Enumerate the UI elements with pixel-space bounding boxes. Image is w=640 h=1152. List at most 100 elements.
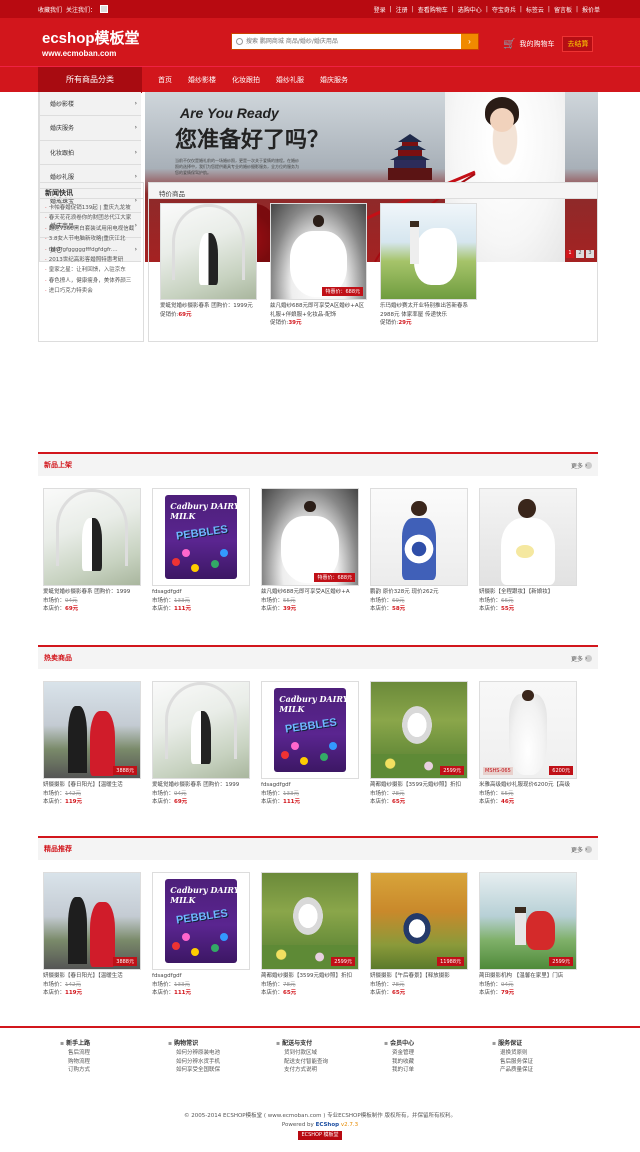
product-name[interactable]: 妍摄摄影【春日阳光】【温暖生活 xyxy=(43,972,141,981)
product-name[interactable]: 兹凡婚纱688元即可享受A区婚纱+A xyxy=(261,588,359,597)
ecshop-link[interactable]: ECShop xyxy=(316,1122,340,1128)
product-card[interactable]: 2599元 蔺田摄影机构 【温馨在家里】门店 市场价：94元 本店价：79元 xyxy=(479,872,577,998)
product-image[interactable]: 特惠价：688元 xyxy=(261,488,359,586)
footer-link[interactable]: 如何分辨原装电池 xyxy=(168,1049,246,1058)
top-link[interactable]: 登录 xyxy=(374,5,386,14)
footer-link[interactable]: 配送支付智能查询 xyxy=(276,1058,354,1067)
footer-link[interactable]: 订购方式 xyxy=(60,1066,138,1075)
product-card[interactable]: 爱蜓觉婚纱摄影春系 团购价：1999 市场价：94元 本店价：69元 xyxy=(43,488,141,614)
site-logo[interactable]: ecshop模板堂 www.ecmoban.com xyxy=(42,27,140,58)
product-card[interactable]: 3888元 妍摄摄影【春日阳光】【温暖生活 市场价：142元 本店价：119元 xyxy=(43,681,141,807)
footer-link[interactable]: 我的收藏 xyxy=(384,1058,462,1067)
news-item[interactable]: 2013世纪高彩客婚照特惠考研 xyxy=(45,255,137,265)
category-item[interactable]: 婚纱影楼 › xyxy=(38,92,141,117)
product-name[interactable]: 妍摄摄影【午后春景】【释放摄影 xyxy=(370,972,468,981)
news-item[interactable]: 春色撩人，健康瘦身，美体养颜三 xyxy=(45,276,137,286)
top-link[interactable]: 报价单 xyxy=(582,5,600,14)
top-link[interactable]: 关注我们： xyxy=(66,5,96,14)
nav-item[interactable]: 化妆跟拍 xyxy=(232,75,260,85)
product-card[interactable]: Cadbury DAIRY MILK PEBBLES fdsagdfgdf 市场价：1… xyxy=(152,488,250,614)
product-image[interactable]: 2599元 xyxy=(261,872,359,970)
product-image[interactable]: Cadbury DAIRY MILK PEBBLES xyxy=(152,872,250,970)
product-image[interactable]: 11988元 xyxy=(370,872,468,970)
footer-link[interactable]: 我的订单 xyxy=(384,1066,462,1075)
nav-item[interactable]: 婚纱礼服 xyxy=(276,75,304,85)
footer-link[interactable]: 如何分辨水货手机 xyxy=(168,1058,246,1067)
product-image[interactable]: Cadbury DAIRY MILK PEBBLES xyxy=(152,488,250,586)
product-image[interactable] xyxy=(370,488,468,586)
product-name[interactable]: 蔺都婚纱摄影【3599元婚纱照】折扣 xyxy=(261,972,359,981)
product-image[interactable]: 3888元 xyxy=(43,681,141,779)
more-link[interactable]: 更多 › xyxy=(571,461,592,470)
product-card[interactable]: Cadbury DAIRY MILK PEBBLES fdsagdfgdf 市场价：1… xyxy=(152,872,250,998)
footer-link[interactable]: 产品质量保证 xyxy=(492,1066,570,1075)
news-item[interactable]: 皇家之星：让利回馈，入驻京东 xyxy=(45,265,137,275)
news-item[interactable]: 进口巧克力特卖会 xyxy=(45,286,137,296)
cart-area[interactable]: 🛒 我的购物车 去结算 xyxy=(503,36,594,52)
product-name[interactable]: 兹凡婚纱688元即可享受A区婚纱+A区礼服+伴娘服+化妆品-配饰 xyxy=(270,302,367,319)
checkout-button[interactable]: 去结算 xyxy=(562,36,594,52)
product-image[interactable] xyxy=(479,488,577,586)
product-image[interactable] xyxy=(380,203,477,300)
nav-item[interactable]: 首页 xyxy=(158,75,172,85)
product-image[interactable]: MSHS-065 6200元 xyxy=(479,681,577,779)
more-link[interactable]: 更多 › xyxy=(571,845,592,854)
news-item[interactable]: fgsdfgfgggggfffdgfdgfr.... xyxy=(45,245,137,255)
top-link[interactable]: 查看购物车 xyxy=(418,5,448,14)
product-image[interactable]: 2599元 xyxy=(370,681,468,779)
search-input[interactable] xyxy=(232,34,461,49)
product-image[interactable]: 2599元 xyxy=(479,872,577,970)
nav-item[interactable]: 婚纱影楼 xyxy=(188,75,216,85)
all-categories-button[interactable]: 所有商品分类 xyxy=(38,66,142,93)
news-item[interactable]: 卡帕春婚促销139起 | 重庆九龙坡 xyxy=(45,203,137,213)
product-name[interactable]: 鹏韵 原价328元 现价262元 xyxy=(370,588,468,597)
product-name[interactable]: 蔺都婚纱摄影【3599元婚纱照】折扣 xyxy=(370,781,468,790)
product-card[interactable]: MSHS-065 6200元 米雅高级婚纱礼服现价6200元【高级 市场价：55元 本店… xyxy=(479,681,577,807)
top-link[interactable]: 收藏我们 xyxy=(38,5,62,14)
footer-link[interactable]: 资金管理 xyxy=(384,1049,462,1058)
footer-link[interactable]: 售后流程 xyxy=(60,1049,138,1058)
product-name[interactable]: 爱蜓觉婚纱摄影春系 团购价：1999 xyxy=(43,588,141,597)
product-name[interactable]: fdsagdfgdf xyxy=(152,588,250,597)
top-link[interactable]: 注册 xyxy=(396,5,408,14)
qr-code-icon[interactable] xyxy=(100,5,109,13)
product-card[interactable]: 鹏韵 原价328元 现价262元 市场价：69元 本店价：58元 xyxy=(370,488,468,614)
top-link[interactable]: 夺宝奇兵 xyxy=(492,5,516,14)
product-image[interactable] xyxy=(43,488,141,586)
product-name[interactable]: fdsagdfgdf xyxy=(152,972,250,981)
product-card[interactable]: 2599元 蔺都婚纱摄影【3599元婚纱照】折扣 市场价：78元 本店价：65元 xyxy=(370,681,468,807)
footer-link[interactable]: 支付方式说明 xyxy=(276,1066,354,1075)
footer-link[interactable]: 售后服务保证 xyxy=(492,1058,570,1067)
product-image[interactable]: 特惠价：688元 xyxy=(270,203,367,300)
product-card[interactable]: 2599元 蔺都婚纱摄影【3599元婚纱照】折扣 市场价：78元 本店价：65元 xyxy=(261,872,359,998)
product-name[interactable]: 爱蜓觉婚纱摄影春系 团购价：1999元 xyxy=(160,302,257,311)
cart-label[interactable]: 我的购物车 xyxy=(519,39,554,49)
product-name[interactable]: 乐玛婚纱赛太开业特别推出答新春系2988元 体家率屋 传递快乐 xyxy=(380,302,477,319)
news-item[interactable]: 春天花花浪卷你的财团总代江大家 xyxy=(45,213,137,223)
top-link[interactable]: 选购中心 xyxy=(458,5,482,14)
product-name[interactable]: 爱蜓觉婚纱摄影春系 团购价：1999 xyxy=(152,781,250,790)
product-name[interactable]: 妍摄影【全程跟妆】【新娘妆】 xyxy=(479,588,577,597)
category-item[interactable]: 婚庆服务 › xyxy=(38,116,141,141)
product-card[interactable]: 特惠价：688元 兹凡婚纱688元即可享受A区婚纱+A 市场价：55元 本店价：39元 xyxy=(261,488,359,614)
product-image[interactable] xyxy=(160,203,257,300)
more-link[interactable]: 更多 › xyxy=(571,654,592,663)
news-item[interactable]: 翻莲7260黑白套装试用用电视信截 xyxy=(45,224,137,234)
top-link[interactable]: 标签云 xyxy=(526,5,544,14)
footer-link[interactable]: 货到付款区域 xyxy=(276,1049,354,1058)
special-item[interactable]: 特惠价：688元兹凡婚纱688元即可享受A区婚纱+A区礼服+伴娘服+化妆品-配饰… xyxy=(270,203,367,328)
product-name[interactable]: 妍摄摄影【春日阳光】【温暖生活 xyxy=(43,781,141,790)
category-item[interactable]: 化妆跟拍 › xyxy=(38,140,141,165)
nav-item[interactable]: 婚庆服务 xyxy=(320,75,348,85)
product-image[interactable]: Cadbury DAIRY MILK PEBBLES xyxy=(261,681,359,779)
product-card[interactable]: 11988元 妍摄摄影【午后春景】【释放摄影 市场价：78元 本店价：65元 xyxy=(370,872,468,998)
news-item[interactable]: 3.8女人节电脑新攻略|重庆江北 xyxy=(45,234,137,244)
product-name[interactable]: 蔺田摄影机构 【温馨在家里】门店 xyxy=(479,972,577,981)
search-button[interactable]: › xyxy=(461,34,478,49)
product-image[interactable]: 3888元 xyxy=(43,872,141,970)
footer-link[interactable]: 如何享受全国联保 xyxy=(168,1066,246,1075)
product-image[interactable] xyxy=(152,681,250,779)
product-card[interactable]: 3888元 妍摄摄影【春日阳光】【温暖生活 市场价：142元 本店价：119元 xyxy=(43,872,141,998)
product-card[interactable]: 爱蜓觉婚纱摄影春系 团购价：1999 市场价：94元 本店价：69元 xyxy=(152,681,250,807)
footer-link[interactable]: 退换货原则 xyxy=(492,1049,570,1058)
